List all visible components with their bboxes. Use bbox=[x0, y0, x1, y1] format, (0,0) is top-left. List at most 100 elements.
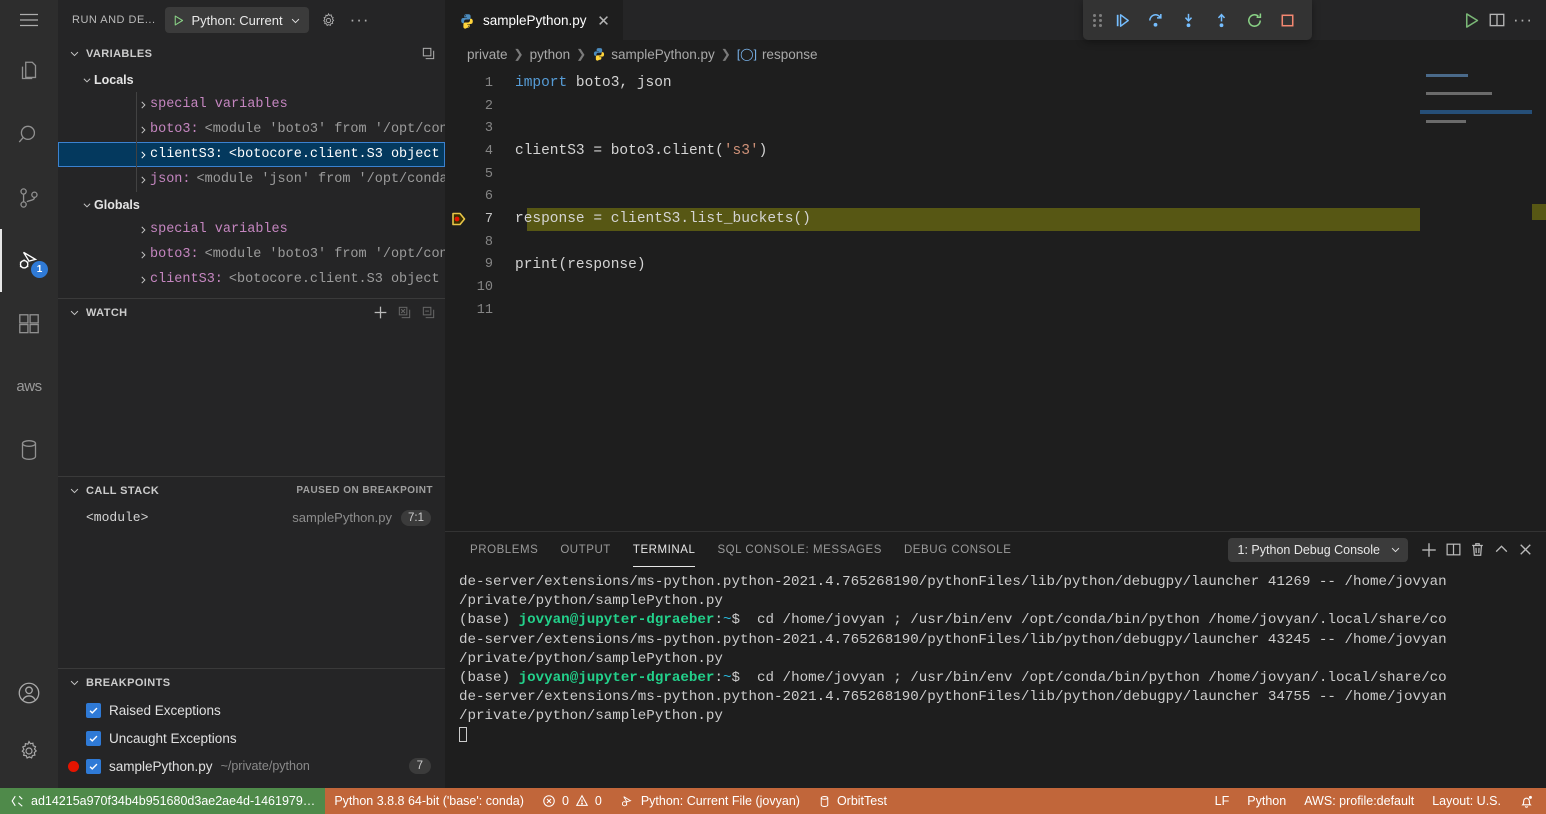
chevron-right-icon[interactable] bbox=[136, 150, 150, 160]
status-bar: ad14215a970f34b4b951680d3ae2ae4d-1461979… bbox=[0, 788, 1546, 814]
activity-bar-item-accounts[interactable] bbox=[0, 664, 58, 722]
checkbox[interactable] bbox=[86, 702, 101, 718]
editor-scrollbar[interactable] bbox=[1532, 68, 1546, 531]
code-editor[interactable]: 1 import boto3, json 2 3 4 clientS3 = bo… bbox=[445, 68, 1546, 531]
editor-more-actions-button[interactable]: ··· bbox=[1512, 9, 1534, 31]
collapse-all-icon[interactable] bbox=[417, 302, 439, 324]
debug-settings-button[interactable] bbox=[318, 9, 340, 31]
glyph-margin[interactable] bbox=[445, 299, 473, 322]
panel-tab-debug-console[interactable]: DEBUG CONSOLE bbox=[893, 532, 1022, 567]
activity-bar-item-extensions[interactable] bbox=[0, 292, 58, 355]
maximize-panel-button[interactable] bbox=[1490, 539, 1512, 561]
call-stack-frame[interactable]: <module> samplePython.py 7:1 bbox=[58, 504, 445, 531]
kill-terminal-button[interactable] bbox=[1466, 539, 1488, 561]
breakpoint-row-uncaught-exceptions[interactable]: Uncaught Exceptions bbox=[58, 724, 445, 752]
new-terminal-button[interactable] bbox=[1418, 539, 1440, 561]
glyph-margin[interactable] bbox=[445, 140, 473, 163]
plus-icon[interactable] bbox=[369, 302, 391, 324]
chevron-right-icon[interactable] bbox=[136, 275, 150, 285]
terminal-selector-dropdown[interactable]: 1: Python Debug Console bbox=[1227, 537, 1408, 562]
glyph-margin[interactable] bbox=[445, 254, 473, 277]
breadcrumb-item-private[interactable]: private bbox=[467, 47, 508, 62]
clear-all-icon[interactable] bbox=[393, 302, 415, 324]
status-remote-host[interactable]: ad14215a970f34b4b951680d3ae2ae4d-1461979… bbox=[0, 788, 326, 814]
glyph-margin[interactable] bbox=[445, 117, 473, 140]
editor-tab-samplePython[interactable]: samplePython.py ✕ bbox=[445, 0, 623, 40]
section-header-call-stack[interactable]: CALL STACK PAUSED ON BREAKPOINT bbox=[58, 477, 445, 504]
debug-step-out-button[interactable] bbox=[1206, 5, 1236, 35]
copy-icon[interactable] bbox=[417, 43, 439, 65]
breakpoint-row-file[interactable]: samplePython.py ~/private/python 7 bbox=[58, 752, 445, 780]
chevron-right-icon[interactable] bbox=[136, 100, 150, 110]
checkbox[interactable] bbox=[86, 758, 101, 774]
status-eol[interactable]: LF bbox=[1206, 788, 1239, 814]
status-debug-target[interactable]: Python: Current File (jovyan) bbox=[611, 788, 809, 814]
drag-handle-icon[interactable] bbox=[1093, 13, 1102, 27]
debug-restart-button[interactable] bbox=[1239, 5, 1269, 35]
activity-bar-item-source-control[interactable] bbox=[0, 166, 58, 229]
status-python-interpreter[interactable]: Python 3.8.8 64-bit ('base': conda) bbox=[325, 788, 533, 814]
variable-row[interactable]: special variables bbox=[58, 217, 445, 242]
sidebar-more-actions-button[interactable]: ··· bbox=[349, 9, 371, 31]
variable-row[interactable]: boto3: <module 'boto3' from '/opt/conda… bbox=[58, 242, 445, 267]
status-aws-profile[interactable]: AWS: profile:default bbox=[1295, 788, 1423, 814]
status-database-connection[interactable]: OrbitTest bbox=[809, 788, 896, 814]
debug-step-over-button[interactable] bbox=[1140, 5, 1170, 35]
variable-row[interactable]: clientS3: <botocore.client.S3 object at… bbox=[58, 267, 445, 292]
status-problems[interactable]: 0 0 bbox=[533, 788, 611, 814]
activity-bar-item-explorer[interactable] bbox=[0, 40, 58, 103]
terminal-output[interactable]: de-server/extensions/ms-python.python-20… bbox=[445, 567, 1546, 788]
chevron-right-icon[interactable] bbox=[136, 250, 150, 260]
chevron-right-icon[interactable] bbox=[136, 175, 150, 185]
panel-tab-terminal[interactable]: TERMINAL bbox=[622, 532, 707, 567]
debug-step-into-button[interactable] bbox=[1173, 5, 1203, 35]
split-editor-button[interactable] bbox=[1486, 9, 1508, 31]
breadcrumb-label: response bbox=[761, 46, 818, 62]
activity-bar-item-aws[interactable]: aws bbox=[0, 355, 58, 418]
terminal-text: : bbox=[714, 670, 723, 687]
debug-stop-button[interactable] bbox=[1272, 5, 1302, 35]
glyph-margin[interactable] bbox=[445, 163, 473, 186]
chevron-right-icon[interactable] bbox=[136, 225, 150, 235]
activity-bar-item-search[interactable] bbox=[0, 103, 58, 166]
glyph-margin[interactable] bbox=[445, 231, 473, 254]
panel-tab-sql-console[interactable]: SQL CONSOLE: MESSAGES bbox=[706, 532, 893, 567]
variables-group-locals[interactable]: Locals bbox=[58, 67, 445, 92]
debug-continue-button[interactable] bbox=[1107, 5, 1137, 35]
checkbox[interactable] bbox=[86, 730, 101, 746]
split-terminal-button[interactable] bbox=[1442, 539, 1464, 561]
breadcrumb-item-symbol[interactable]: [◯] response bbox=[737, 47, 818, 62]
activity-bar-item-run-and-debug[interactable]: 1 bbox=[0, 229, 58, 292]
glyph-margin[interactable] bbox=[445, 95, 473, 118]
close-panel-button[interactable] bbox=[1514, 539, 1536, 561]
run-python-file-button[interactable] bbox=[1460, 9, 1482, 31]
panel-tab-output[interactable]: OUTPUT bbox=[549, 532, 622, 567]
terminal-line: de-server/extensions/ms-python.python-20… bbox=[459, 688, 1546, 707]
glyph-margin[interactable] bbox=[445, 276, 473, 299]
status-keyboard-layout[interactable]: Layout: U.S. bbox=[1423, 788, 1510, 814]
panel-tab-problems[interactable]: PROBLEMS bbox=[459, 532, 549, 567]
activity-bar-item-settings[interactable] bbox=[0, 722, 58, 780]
section-header-variables[interactable]: VARIABLES bbox=[58, 40, 445, 67]
variables-group-globals[interactable]: Globals bbox=[58, 192, 445, 217]
variable-row[interactable]: json: <module 'json' from '/opt/conda/l… bbox=[58, 167, 445, 192]
chevron-right-icon[interactable] bbox=[136, 125, 150, 135]
activity-bar-item-database[interactable] bbox=[0, 418, 58, 481]
breadcrumb-item-python[interactable]: python bbox=[530, 47, 571, 62]
status-language-mode[interactable]: Python bbox=[1238, 788, 1295, 814]
glyph-margin[interactable] bbox=[445, 185, 473, 208]
breakpoint-row-raised-exceptions[interactable]: Raised Exceptions bbox=[58, 696, 445, 724]
variable-row-selected[interactable]: clientS3: <botocore.client.S3 object at… bbox=[58, 142, 445, 167]
debug-current-line-breakpoint-icon[interactable] bbox=[451, 211, 467, 227]
glyph-margin[interactable] bbox=[445, 72, 473, 95]
launch-configuration-dropdown[interactable]: Python: Current bbox=[164, 7, 309, 33]
section-header-watch[interactable]: WATCH bbox=[58, 299, 445, 326]
glyph-margin[interactable] bbox=[445, 208, 473, 231]
variable-row[interactable]: special variables bbox=[58, 92, 445, 117]
hamburger-menu-icon[interactable] bbox=[0, 0, 58, 40]
close-icon[interactable]: ✕ bbox=[595, 12, 613, 30]
variable-row[interactable]: boto3: <module 'boto3' from '/opt/conda… bbox=[58, 117, 445, 142]
section-header-breakpoints[interactable]: BREAKPOINTS bbox=[58, 669, 445, 696]
breadcrumb-item-file[interactable]: samplePython.py bbox=[592, 47, 715, 62]
status-notifications[interactable] bbox=[1510, 788, 1546, 814]
